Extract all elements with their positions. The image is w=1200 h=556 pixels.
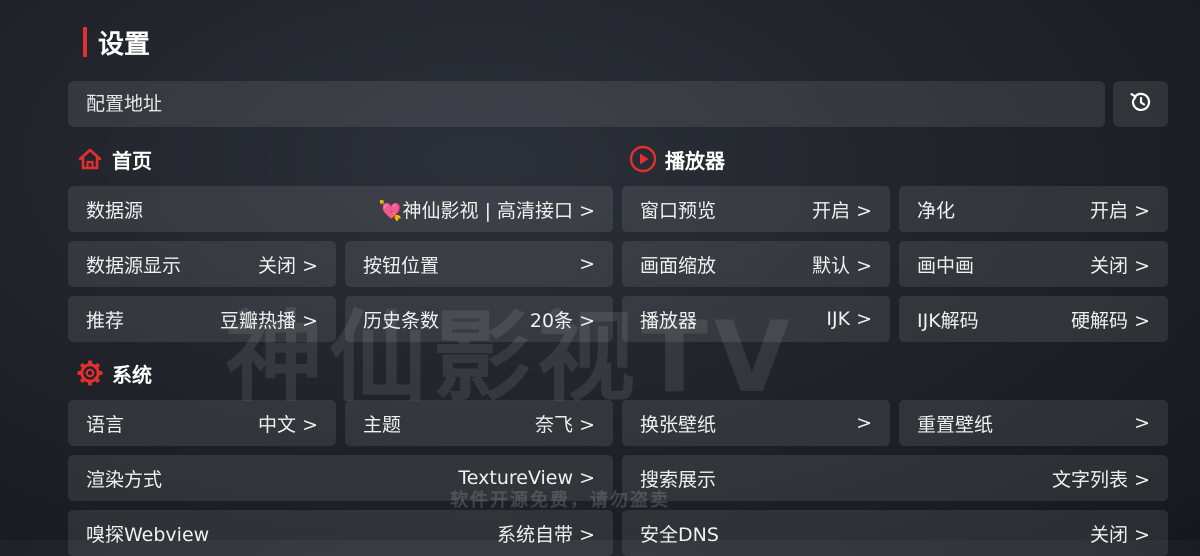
setting-label: 净化 xyxy=(917,199,956,222)
setting-label: 嗅探Webview xyxy=(86,523,210,546)
setting-value: 硬解码 > xyxy=(1071,309,1150,332)
title-accent-bar xyxy=(83,27,87,57)
setting-value: 关闭 > xyxy=(1090,254,1150,277)
section-home-header: 首页 xyxy=(76,144,152,174)
setting-label: 播放器 xyxy=(640,309,698,332)
setting-theme[interactable]: 主题 奈飞 > xyxy=(345,400,613,446)
setting-value: TextureView > xyxy=(458,467,595,489)
setting-value: 默认 > xyxy=(812,254,872,277)
setting-label: 数据源显示 xyxy=(86,254,182,277)
setting-label: 画面缩放 xyxy=(640,254,717,277)
gear-icon xyxy=(76,359,104,387)
setting-value: > xyxy=(579,253,595,275)
setting-label: 重置壁纸 xyxy=(917,413,994,436)
section-home-label: 首页 xyxy=(112,148,152,173)
section-player-header: 播放器 xyxy=(629,144,725,174)
page-title: 设置 xyxy=(98,30,151,60)
setting-label: 主题 xyxy=(363,413,402,436)
setting-value: 文字列表 > xyxy=(1052,468,1150,491)
setting-label: IJK解码 xyxy=(917,309,979,332)
setting-button-position[interactable]: 按钮位置 > xyxy=(345,241,613,287)
setting-sniff-webview[interactable]: 嗅探Webview 系统自带 > xyxy=(68,510,613,556)
home-icon xyxy=(76,145,104,173)
setting-label: 推荐 xyxy=(86,309,125,332)
setting-value: 20条 > xyxy=(529,309,595,332)
setting-scale[interactable]: 画面缩放 默认 > xyxy=(622,241,890,287)
setting-value: 关闭 > xyxy=(1090,523,1150,546)
setting-player[interactable]: 播放器 IJK > xyxy=(622,296,890,342)
setting-secure-dns[interactable]: 安全DNS 关闭 > xyxy=(622,510,1168,556)
setting-purify[interactable]: 净化 开启 > xyxy=(899,186,1168,232)
setting-history-count[interactable]: 历史条数 20条 > xyxy=(345,296,613,342)
setting-language[interactable]: 语言 中文 > xyxy=(68,400,336,446)
setting-recommend[interactable]: 推荐 豆瓣热播 > xyxy=(68,296,336,342)
setting-value: IJK > xyxy=(826,308,872,330)
setting-render-mode[interactable]: 渲染方式 TextureView > xyxy=(68,455,613,501)
play-circle-icon xyxy=(629,145,657,173)
setting-label: 画中画 xyxy=(917,254,975,277)
setting-value: > xyxy=(1134,412,1150,434)
setting-data-source[interactable]: 数据源 💘神仙影视 | 高清接口 > xyxy=(68,186,613,232)
setting-value: 奈飞 > xyxy=(535,413,595,436)
setting-label: 按钮位置 xyxy=(363,254,440,277)
setting-pip[interactable]: 画中画 关闭 > xyxy=(899,241,1168,287)
history-button[interactable] xyxy=(1113,81,1168,127)
setting-value: > xyxy=(856,412,872,434)
setting-search-display[interactable]: 搜索展示 文字列表 > xyxy=(622,455,1168,501)
config-address-field[interactable]: 配置地址 xyxy=(68,81,1105,127)
history-icon xyxy=(1128,89,1154,119)
setting-data-source-display[interactable]: 数据源显示 关闭 > xyxy=(68,241,336,287)
setting-value: 关闭 > xyxy=(258,254,318,277)
setting-label: 换张壁纸 xyxy=(640,413,717,436)
setting-label: 语言 xyxy=(86,413,125,436)
section-system-label: 系统 xyxy=(112,362,152,387)
setting-value: 开启 > xyxy=(812,199,872,222)
setting-value: 豆瓣热播 > xyxy=(220,309,318,332)
setting-label: 数据源 xyxy=(86,199,144,222)
section-system-header: 系统 xyxy=(76,358,152,388)
setting-window-preview[interactable]: 窗口预览 开启 > xyxy=(622,186,890,232)
setting-value: 系统自带 > xyxy=(497,523,595,546)
section-player-label: 播放器 xyxy=(665,148,725,173)
setting-label: 安全DNS xyxy=(640,523,719,546)
setting-label: 渲染方式 xyxy=(86,468,163,491)
setting-change-wallpaper[interactable]: 换张壁纸 > xyxy=(622,400,890,446)
setting-value: 💘神仙影视 | 高清接口 > xyxy=(378,199,595,222)
setting-ijk-decode[interactable]: IJK解码 硬解码 > xyxy=(899,296,1168,342)
setting-value: 中文 > xyxy=(258,413,318,436)
setting-reset-wallpaper[interactable]: 重置壁纸 > xyxy=(899,400,1168,446)
setting-label: 历史条数 xyxy=(363,309,440,332)
setting-label: 搜索展示 xyxy=(640,468,717,491)
setting-value: 开启 > xyxy=(1090,199,1150,222)
setting-label: 窗口预览 xyxy=(640,199,717,222)
